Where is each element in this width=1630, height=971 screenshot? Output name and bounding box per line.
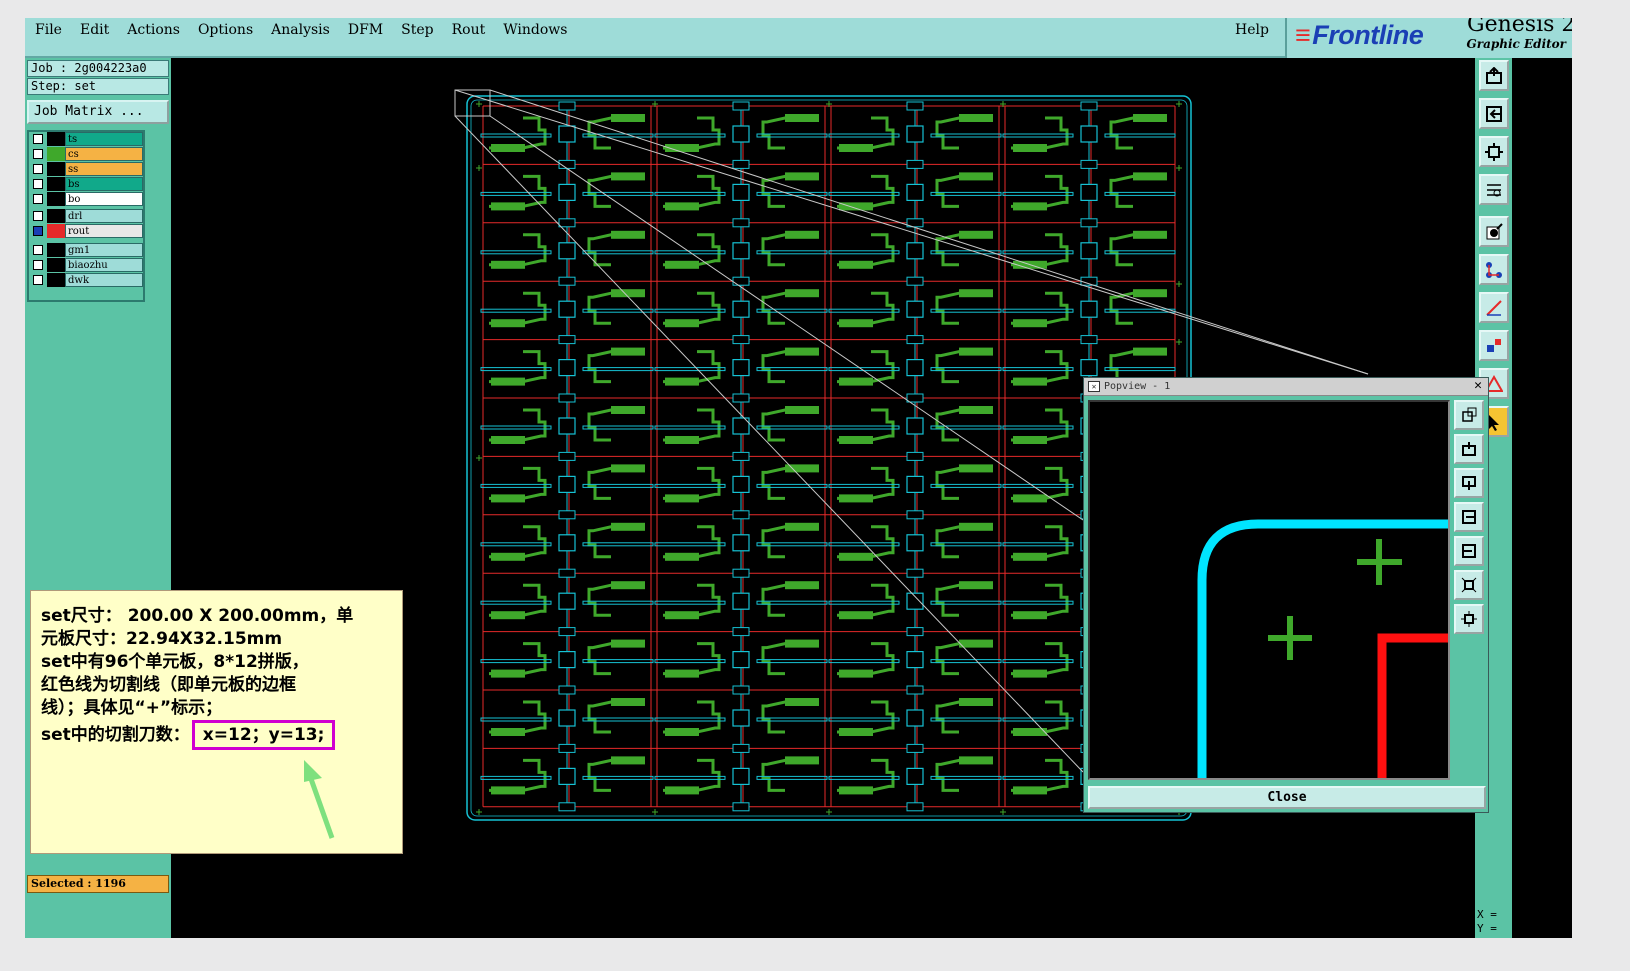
note-line: set中的切割刀数： x=12；y=13; [41,720,392,750]
popview-title-bar: ✕ Popview - 1 ✕ [1084,378,1488,396]
fit-icon[interactable] [1454,570,1484,600]
note-line: set中有96个单元板，8*12拼版， [41,652,309,672]
registration-mark [1268,616,1312,660]
left-arrow-icon[interactable] [1454,502,1484,532]
popview-close-button[interactable]: Close [1088,786,1486,809]
close-icon[interactable]: ✕ [1471,379,1485,393]
note-line: 线）；具体见“+”标示； [41,698,223,718]
zoomed-corner [1197,519,1448,778]
arrow-annotation [304,760,335,839]
cut-line-corner [1377,633,1448,778]
note-line: 元板尺寸：22.94X32.15mm [41,629,283,649]
popview-toolbar [1452,400,1486,780]
note-line: 红色线为切割线（即单元板的边框 [41,675,296,695]
registration-mark [1357,539,1402,585]
cut-count-highlight: x=12；y=13; [191,720,336,750]
center-icon[interactable] [1454,604,1484,634]
popview-window: ✕ Popview - 1 ✕ Close [1083,377,1489,813]
right-arrow-icon[interactable] [1454,536,1484,566]
popview-canvas[interactable] [1088,400,1450,780]
note-cut-count-label: set中的切割刀数： [41,725,190,745]
board-outline-corner [1197,519,1448,778]
zoom-in-icon[interactable] [1454,400,1484,430]
popview-title: Popview - 1 [1104,381,1171,392]
annotation-note: set尺寸： 200.00 X 200.00mm，单 元板尺寸：22.94X32… [30,590,403,854]
note-line: set尺寸： 200.00 X 200.00mm，单 [41,606,354,626]
export-icon[interactable] [1454,434,1484,464]
import-icon[interactable] [1454,468,1484,498]
window-icon: ✕ [1088,381,1100,392]
